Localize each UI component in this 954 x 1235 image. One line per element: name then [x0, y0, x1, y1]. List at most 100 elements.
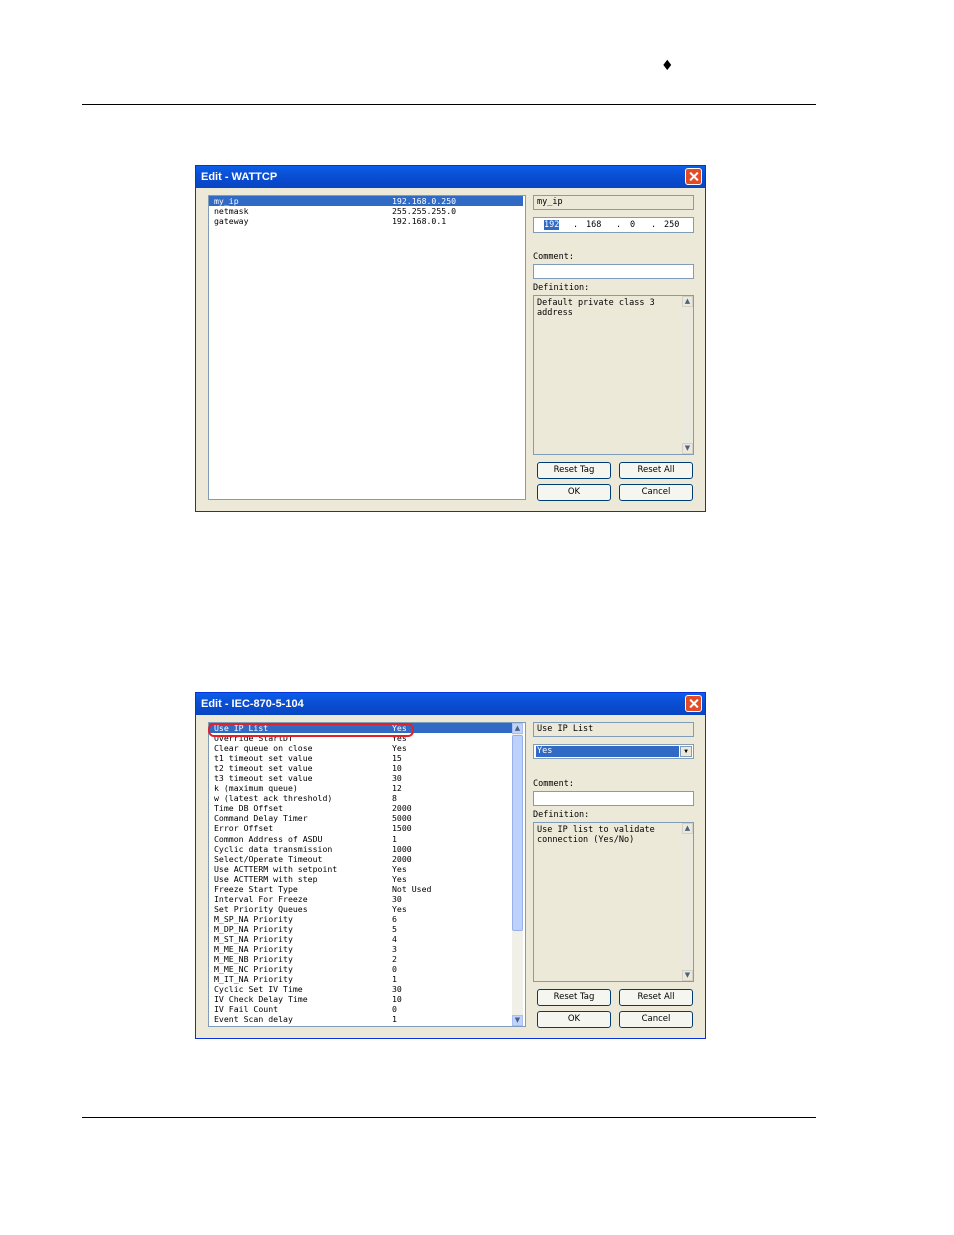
tag-list-scrollbar[interactable]: ▲ ▼	[512, 723, 523, 1026]
ip-dot-1: .	[573, 220, 579, 230]
row-tag-name: Event Scan delay	[214, 1014, 293, 1025]
list-row[interactable]: Cyclic data transmission 1000	[209, 844, 512, 854]
list-row[interactable]: IV Fail Count 0	[209, 1004, 512, 1014]
list-row[interactable]: k (maximum queue) 12	[209, 783, 512, 793]
list-row[interactable]: gateway 192.168.0.1	[209, 216, 523, 226]
close-icon[interactable]	[685, 168, 702, 185]
ip-dot-3: .	[651, 220, 657, 230]
definition-scrollbar[interactable]: ▲ ▼	[682, 296, 693, 454]
comment-input[interactable]	[533, 791, 694, 806]
ip-octet-1[interactable]: 192	[544, 220, 560, 230]
list-row[interactable]: Command Delay Timer 5000	[209, 813, 512, 823]
dialog-title: Edit - IEC-870-5-104	[196, 693, 705, 715]
list-row[interactable]: M_ME_NB Priority 2	[209, 954, 512, 964]
reset-tag-button[interactable]: Reset Tag	[537, 462, 611, 479]
tag-name-field: Use IP List	[533, 722, 694, 737]
scroll-up-icon[interactable]: ▲	[512, 723, 523, 734]
ip-address-field[interactable]: 192 . 168 . 0 . 250	[533, 217, 694, 233]
header-diamond-marker: ♦	[661, 58, 674, 74]
tag-list[interactable]: Use IP List Yes Override StartDT Yes Clear q…	[208, 722, 526, 1027]
list-row[interactable]: Event Scan delay 1	[209, 1014, 512, 1024]
cancel-button[interactable]: Cancel	[619, 484, 693, 501]
row-tag-value: 2000	[392, 803, 412, 814]
tag-list[interactable]: my_ip 192.168.0.250 netmask 255.255.255.0 ga…	[208, 195, 526, 500]
list-row[interactable]: Common Address of ASDU 1	[209, 834, 512, 844]
scroll-thumb[interactable]	[512, 735, 523, 931]
list-row[interactable]: Cyclic Set IV Time 30	[209, 984, 512, 994]
row-tag-name: my_ip	[214, 196, 239, 206]
scroll-down-icon[interactable]: ▼	[682, 443, 693, 454]
ip-octet-2[interactable]: 168	[586, 220, 601, 230]
list-row[interactable]: IV Check Delay Time 10	[209, 994, 512, 1004]
row-tag-value: 5	[392, 923, 397, 934]
row-tag-value: 0	[392, 964, 397, 975]
row-tag-name: w (latest ack threshold)	[214, 793, 333, 804]
list-row[interactable]: M_ME_NC Priority 0	[209, 964, 512, 974]
edit-wattcp-dialog: Edit - WATTCP my_ip 192.168.0.250 netmask 2…	[195, 165, 706, 512]
row-tag-name: Use ACTTERM with step	[214, 873, 318, 884]
scroll-down-icon[interactable]: ▼	[682, 970, 693, 981]
row-tag-name: M_ST_NA Priority	[214, 933, 293, 944]
row-tag-name: Use ACTTERM with setpoint	[214, 863, 338, 874]
row-tag-name: t3 timeout set value	[214, 773, 313, 784]
list-row[interactable]: my_ip 192.168.0.250	[209, 196, 523, 207]
row-tag-value: 10	[392, 994, 402, 1005]
list-row[interactable]: Freeze Start Type Not Used	[209, 884, 512, 894]
list-row[interactable]: Interval For Freeze 30	[209, 894, 512, 904]
row-tag-value: 1000	[392, 843, 412, 854]
row-tag-name: Common Address of ASDU	[214, 833, 323, 844]
chevron-down-icon[interactable]: ▼	[680, 746, 692, 757]
comment-input[interactable]	[533, 264, 694, 279]
row-tag-value: 30	[392, 893, 402, 904]
list-row[interactable]: Time DB Offset 2000	[209, 803, 512, 813]
row-tag-value: 3	[392, 944, 397, 955]
row-tag-value: Yes	[392, 903, 407, 914]
row-tag-name: gateway	[214, 216, 249, 227]
list-row[interactable]: w (latest ack threshold) 8	[209, 793, 512, 803]
row-tag-name: t1 timeout set value	[214, 753, 313, 764]
list-row[interactable]: M_ST_NA Priority 4	[209, 934, 512, 944]
row-tag-name: M_DP_NA Priority	[214, 923, 293, 934]
list-row[interactable]: Use ACTTERM with step Yes	[209, 874, 512, 884]
list-row[interactable]: Error Offset 1500	[209, 823, 512, 833]
row-tag-name: Error Offset	[214, 823, 274, 834]
list-row[interactable]: M_ME_NA Priority 3	[209, 944, 512, 954]
list-row[interactable]: t2 timeout set value 10	[209, 763, 512, 773]
list-row[interactable]: M_SP_NA Priority 6	[209, 914, 512, 924]
row-tag-value: 4	[392, 933, 397, 944]
highlight-annotation	[208, 723, 414, 737]
row-tag-value: 1	[392, 1014, 397, 1025]
ip-octet-4[interactable]: 250	[664, 220, 679, 230]
reset-all-button[interactable]: Reset All	[619, 462, 693, 479]
row-tag-value: 6	[392, 913, 397, 924]
close-icon[interactable]	[685, 695, 702, 712]
reset-tag-button[interactable]: Reset Tag	[537, 989, 611, 1006]
scroll-up-icon[interactable]: ▲	[682, 296, 693, 307]
row-tag-name: t2 timeout set value	[214, 763, 313, 774]
ok-button[interactable]: OK	[537, 484, 611, 501]
list-row[interactable]: netmask 255.255.255.0	[209, 206, 523, 216]
list-row[interactable]: Set Priority Queues Yes	[209, 904, 512, 914]
list-row[interactable]: Select/Operate Timeout 2000	[209, 854, 512, 864]
list-row[interactable]: t3 timeout set value 30	[209, 773, 512, 783]
definition-text: Use IP list to validate connection (Yes/…	[533, 822, 694, 982]
value-select[interactable]: Yes ▼	[533, 744, 694, 759]
list-row[interactable]: Clear queue on close Yes	[209, 743, 512, 753]
scroll-down-icon[interactable]: ▼	[512, 1015, 523, 1026]
list-row[interactable]: M_DP_NA Priority 5	[209, 924, 512, 934]
row-tag-name: M_ME_NA Priority	[214, 944, 293, 955]
row-tag-name: Set Priority Queues	[214, 903, 308, 914]
scroll-up-icon[interactable]: ▲	[682, 823, 693, 834]
ip-octet-3[interactable]: 0	[630, 220, 635, 230]
header-rule	[82, 104, 816, 105]
reset-all-button[interactable]: Reset All	[619, 989, 693, 1006]
list-row[interactable]: Use ACTTERM with setpoint Yes	[209, 864, 512, 874]
definition-scrollbar[interactable]: ▲ ▼	[682, 823, 693, 981]
row-tag-name: IV Fail Count	[214, 1004, 279, 1015]
list-row[interactable]: t1 timeout set value 15	[209, 753, 512, 763]
list-row[interactable]: M_IT_NA Priority 1	[209, 974, 512, 984]
ok-button[interactable]: OK	[537, 1011, 611, 1028]
cancel-button[interactable]: Cancel	[619, 1011, 693, 1028]
definition-label: Definition:	[533, 810, 590, 820]
comment-label: Comment:	[533, 252, 574, 262]
